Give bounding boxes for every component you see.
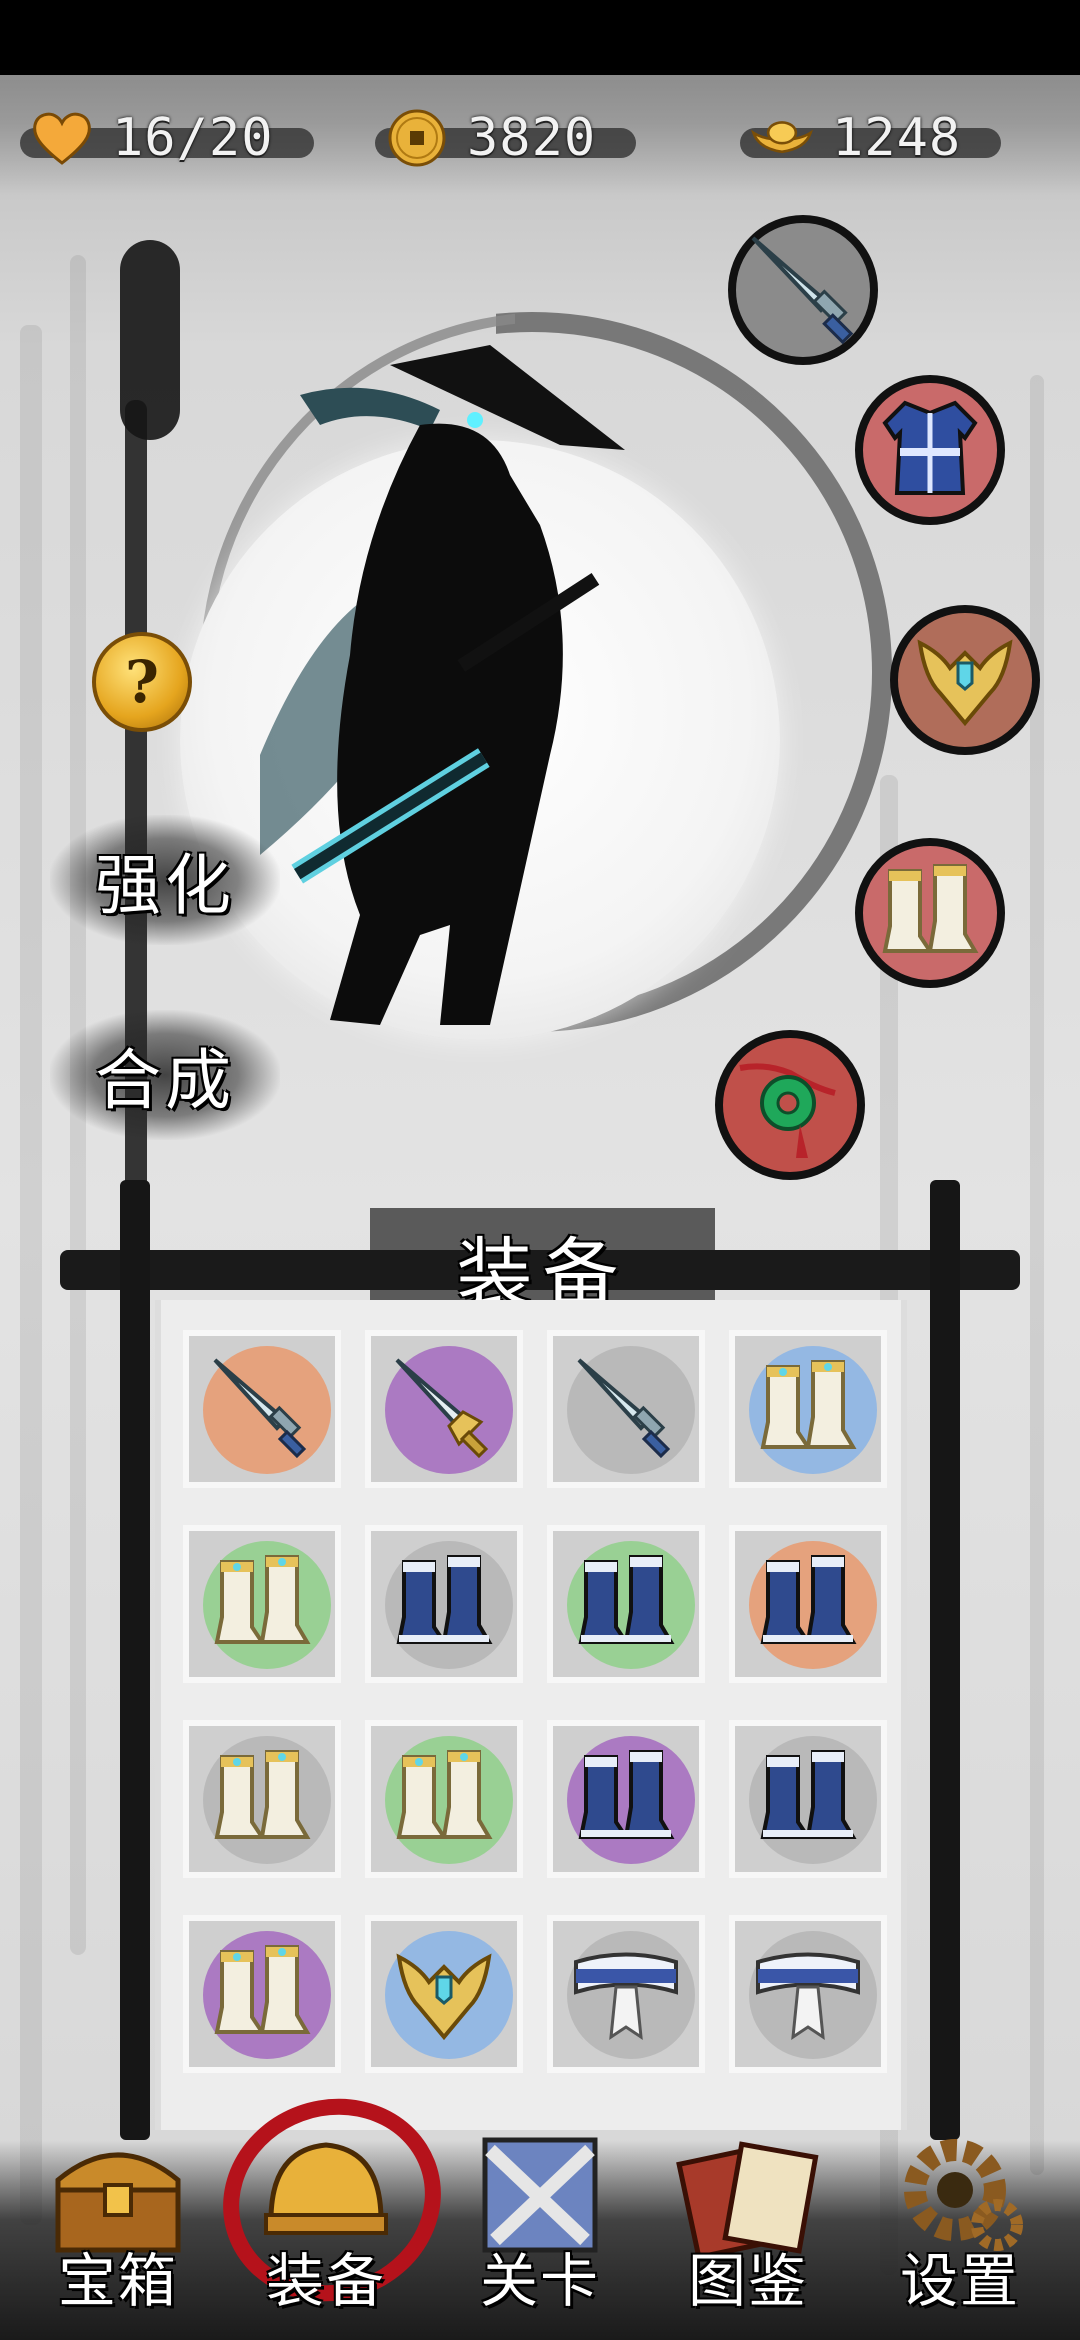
blue-boots-icon [753, 1742, 863, 1856]
blue-boots-icon [389, 1547, 499, 1661]
equipped-boots-slot[interactable] [855, 838, 1005, 988]
nav-label-treasure: 宝箱 [57, 2247, 178, 2315]
equipped-accessory-slot[interactable] [715, 1030, 865, 1180]
white-boots-icon [207, 1742, 317, 1856]
character-silhouette [250, 335, 650, 1035]
nav-label-codex: 图鉴 [687, 2247, 808, 2315]
inventory-slot[interactable] [365, 1720, 523, 1878]
synthesize-button[interactable]: 合成 [50, 1010, 280, 1140]
inventory-slot[interactable] [183, 1915, 341, 2073]
inventory-slot[interactable] [183, 1525, 341, 1683]
status-bar [0, 0, 1080, 75]
nav-equipment[interactable]: 装备 [226, 2120, 426, 2340]
helmet-icon [910, 623, 1020, 737]
nav-levels[interactable]: 关卡 [440, 2120, 640, 2340]
nav-label-equipment: 装备 [265, 2247, 386, 2315]
inventory-slot[interactable] [365, 1915, 523, 2073]
help-button[interactable]: ? [92, 632, 192, 732]
sword-icon [571, 1352, 681, 1466]
inventory-slot[interactable] [183, 1720, 341, 1878]
helmet-icon [389, 1937, 499, 2051]
inventory-slot[interactable] [547, 1330, 705, 1488]
inventory-slot[interactable] [365, 1525, 523, 1683]
blue-boots-icon [571, 1547, 681, 1661]
inventory-slot[interactable] [547, 1525, 705, 1683]
belt-icon [566, 1937, 686, 2051]
gold-ingot-icon [750, 106, 814, 170]
white-boots-icon [389, 1742, 499, 1856]
coin-value: 3820 [467, 108, 597, 168]
gold-counter[interactable]: 1248 [740, 98, 1002, 178]
synthesize-label: 合成 [95, 1042, 235, 1119]
inventory-slot[interactable] [547, 1915, 705, 2073]
nav-codex[interactable]: 图鉴 [648, 2120, 848, 2340]
equipped-armor-slot[interactable] [855, 375, 1005, 525]
inventory-slot[interactable] [729, 1720, 887, 1878]
enhance-label: 强化 [95, 847, 235, 924]
nav-label-levels: 关卡 [479, 2247, 600, 2315]
gold-value: 1248 [832, 108, 962, 168]
inventory-slot[interactable] [365, 1330, 523, 1488]
white-boots-icon [753, 1352, 863, 1466]
jade-pendant-icon [730, 1043, 850, 1167]
robe-icon [875, 393, 985, 507]
equipped-weapon-slot[interactable] [728, 215, 878, 365]
nav-treasure-chest[interactable]: 宝箱 [18, 2120, 218, 2340]
equipped-helmet-slot[interactable] [890, 605, 1040, 755]
enhance-button[interactable]: 强化 [50, 815, 280, 945]
heart-icon [30, 106, 94, 170]
blue-boots-icon [753, 1547, 863, 1661]
coin-icon [385, 106, 449, 170]
blue-boots-icon [571, 1742, 681, 1856]
help-label: ? [125, 648, 159, 716]
white-boots-icon [207, 1937, 317, 2051]
coin-counter[interactable]: 3820 [375, 98, 637, 178]
stamina-value: 16/20 [112, 108, 274, 168]
inventory-slot[interactable] [729, 1525, 887, 1683]
belt-icon [748, 1937, 868, 2051]
sword-icon [743, 228, 863, 352]
inventory-grid [155, 1300, 907, 2130]
boots-icon [875, 856, 985, 970]
sword-icon [207, 1352, 317, 1466]
inventory-slot[interactable] [547, 1720, 705, 1878]
golden-sword-icon [389, 1352, 499, 1466]
stamina-counter[interactable]: 16/20 [20, 98, 314, 178]
white-boots-icon [207, 1547, 317, 1661]
inventory-slot[interactable] [729, 1915, 887, 2073]
nav-label-settings: 设置 [899, 2247, 1020, 2315]
inventory-slot[interactable] [729, 1330, 887, 1488]
nav-settings[interactable]: 设置 [860, 2120, 1060, 2340]
inventory-slot[interactable] [183, 1330, 341, 1488]
